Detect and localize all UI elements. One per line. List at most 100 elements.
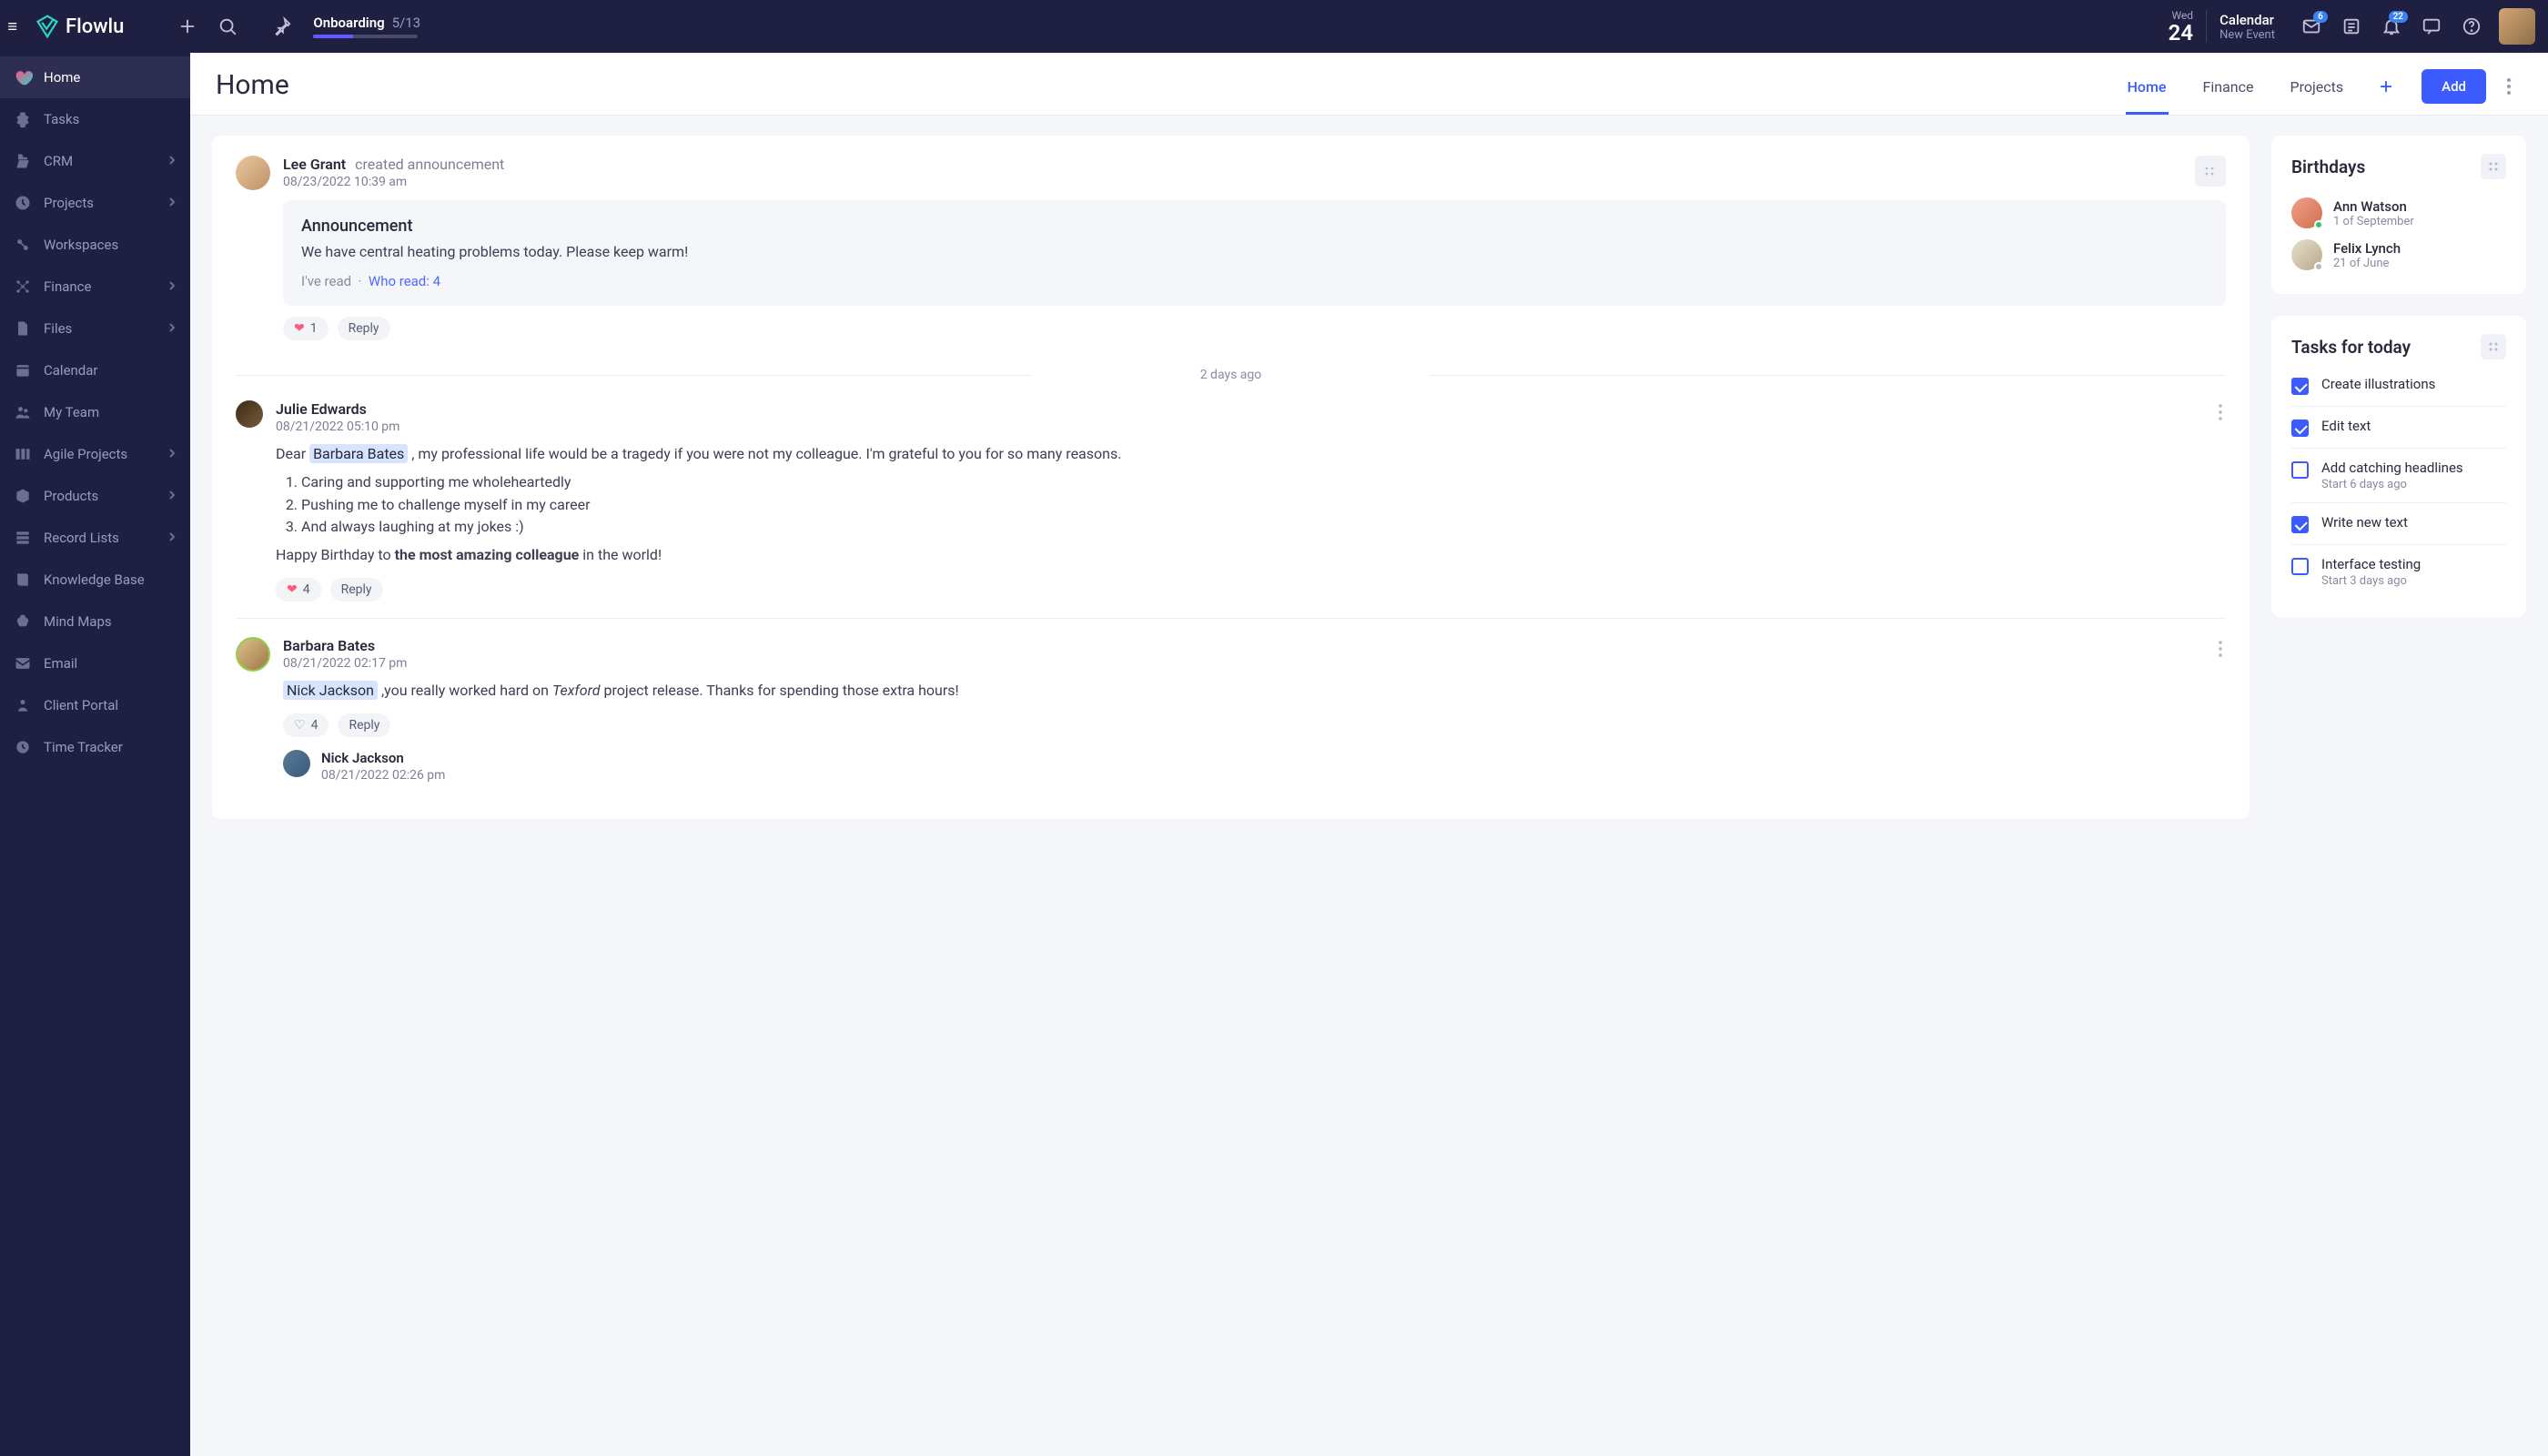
task-row[interactable]: Add catching headlinesStart 6 days ago [2291, 448, 2506, 502]
read-label[interactable]: I've read [301, 273, 351, 289]
create-icon[interactable] [167, 9, 207, 44]
avatar[interactable] [236, 156, 270, 190]
like-chip[interactable]: ❤1 [283, 317, 329, 340]
post-author[interactable]: Julie Edwards [276, 400, 399, 418]
who-read-link[interactable]: Who read: 4 [369, 273, 440, 289]
avatar[interactable] [283, 750, 310, 777]
widget-title: Tasks for today [2291, 337, 2411, 358]
widget-title: Birthdays [2291, 157, 2365, 177]
tab-home[interactable]: Home [2126, 78, 2169, 115]
brand-name: Flowlu [66, 15, 124, 38]
help-icon[interactable] [2452, 9, 2492, 44]
task-row[interactable]: Write new text [2291, 502, 2506, 544]
pin-icon[interactable] [262, 9, 302, 44]
nav-label: Tasks [44, 111, 79, 127]
tab-projects[interactable]: Projects [2288, 78, 2345, 115]
task-checkbox[interactable] [2291, 516, 2309, 533]
brand-logo[interactable]: Flowlu [35, 14, 124, 39]
nav-icon [13, 737, 33, 757]
drag-handle-icon[interactable] [2481, 334, 2506, 359]
mention[interactable]: Barbara Bates [309, 444, 408, 463]
sidebar-item-files[interactable]: Files [0, 308, 190, 349]
nav-label: Workspaces [44, 237, 118, 253]
nav-icon [13, 653, 33, 673]
menu-toggle[interactable] [0, 0, 27, 53]
calendar-quick[interactable]: Calendar New Event [2219, 12, 2275, 42]
date-widget[interactable]: Wed 24 [2169, 9, 2193, 44]
sidebar-item-agile-projects[interactable]: Agile Projects [0, 433, 190, 475]
post-menu[interactable] [2215, 637, 2226, 664]
sidebar-item-email[interactable]: Email [0, 642, 190, 684]
notes-icon[interactable] [2331, 9, 2371, 44]
nav-label: Mind Maps [44, 613, 112, 630]
birthdays-widget: Birthdays Ann Watson1 of SeptemberFelix … [2271, 136, 2526, 294]
like-chip[interactable]: ❤4 [276, 578, 321, 602]
onboarding-count: 5/13 [392, 15, 420, 31]
birthday-row[interactable]: Felix Lynch21 of June [2291, 234, 2506, 276]
list-item: And always laughing at my jokes :) [301, 516, 2226, 539]
sidebar-item-projects[interactable]: Projects [0, 182, 190, 224]
sidebar-item-my-team[interactable]: My Team [0, 391, 190, 433]
chevron-right-icon [167, 488, 177, 504]
add-button[interactable]: Add [2422, 69, 2486, 104]
sidebar-item-time-tracker[interactable]: Time Tracker [0, 726, 190, 768]
reply-chip[interactable]: Reply [338, 713, 390, 737]
sidebar-item-home[interactable]: Home [0, 56, 190, 98]
nav-label: Record Lists [44, 530, 119, 546]
divider [2206, 10, 2207, 43]
post-menu[interactable] [2195, 156, 2226, 187]
chevron-right-icon [167, 153, 177, 169]
post-author[interactable]: Barbara Bates [283, 637, 407, 654]
nav-label: Files [44, 320, 72, 337]
task-sub: Start 3 days ago [2321, 574, 2421, 588]
post-author[interactable]: Lee Grant [283, 156, 346, 173]
chat-icon[interactable] [2412, 9, 2452, 44]
nav-icon [13, 486, 33, 506]
post-menu[interactable] [2215, 400, 2226, 428]
birthday-row[interactable]: Ann Watson1 of September [2291, 192, 2506, 234]
drag-handle-icon[interactable] [2481, 154, 2506, 179]
task-checkbox[interactable] [2291, 558, 2309, 575]
chevron-right-icon [167, 320, 177, 337]
avatar[interactable] [236, 637, 270, 672]
sidebar-item-client-portal[interactable]: Client Portal [0, 684, 190, 726]
nav-icon [13, 444, 33, 464]
nav-icon [13, 360, 33, 380]
sidebar-item-tasks[interactable]: Tasks [0, 98, 190, 140]
reply-chip[interactable]: Reply [330, 578, 383, 602]
mention[interactable]: Nick Jackson [283, 681, 378, 700]
tab-finance[interactable]: Finance [2201, 78, 2256, 115]
sidebar-item-knowledge-base[interactable]: Knowledge Base [0, 559, 190, 601]
reply-chip[interactable]: Reply [338, 317, 390, 340]
page-menu[interactable] [2495, 78, 2523, 95]
sidebar-item-products[interactable]: Products [0, 475, 190, 517]
onboarding-widget[interactable]: Onboarding 5/13 [313, 15, 420, 38]
nav-label: My Team [44, 404, 99, 420]
inbox-icon[interactable]: 6 [2291, 9, 2331, 44]
birthday-name: Felix Lynch [2333, 240, 2401, 257]
add-tab-icon[interactable] [2378, 78, 2394, 115]
sidebar-item-crm[interactable]: CRM [0, 140, 190, 182]
sidebar-item-calendar[interactable]: Calendar [0, 349, 190, 391]
reply-author[interactable]: Nick Jackson [321, 750, 445, 766]
page-header: Home HomeFinanceProjects Add [190, 53, 2548, 116]
chevron-right-icon [167, 278, 177, 295]
like-chip[interactable]: ♡4 [283, 713, 329, 737]
task-checkbox[interactable] [2291, 461, 2309, 479]
task-checkbox[interactable] [2291, 420, 2309, 437]
search-icon[interactable] [207, 9, 248, 44]
avatar[interactable] [236, 400, 263, 428]
task-row[interactable]: Interface testingStart 3 days ago [2291, 544, 2506, 599]
user-avatar[interactable] [2499, 8, 2535, 45]
task-row[interactable]: Edit text [2291, 406, 2506, 448]
sidebar-item-mind-maps[interactable]: Mind Maps [0, 601, 190, 642]
bell-icon[interactable]: 22 [2371, 9, 2412, 44]
avatar [2291, 197, 2322, 228]
nav-icon [13, 193, 33, 213]
task-checkbox[interactable] [2291, 378, 2309, 395]
sidebar-item-finance[interactable]: Finance [0, 266, 190, 308]
sidebar-item-workspaces[interactable]: Workspaces [0, 224, 190, 266]
reply-time: 08/21/2022 02:26 pm [321, 768, 445, 783]
task-row[interactable]: Create illustrations [2291, 372, 2506, 406]
sidebar-item-record-lists[interactable]: Record Lists [0, 517, 190, 559]
